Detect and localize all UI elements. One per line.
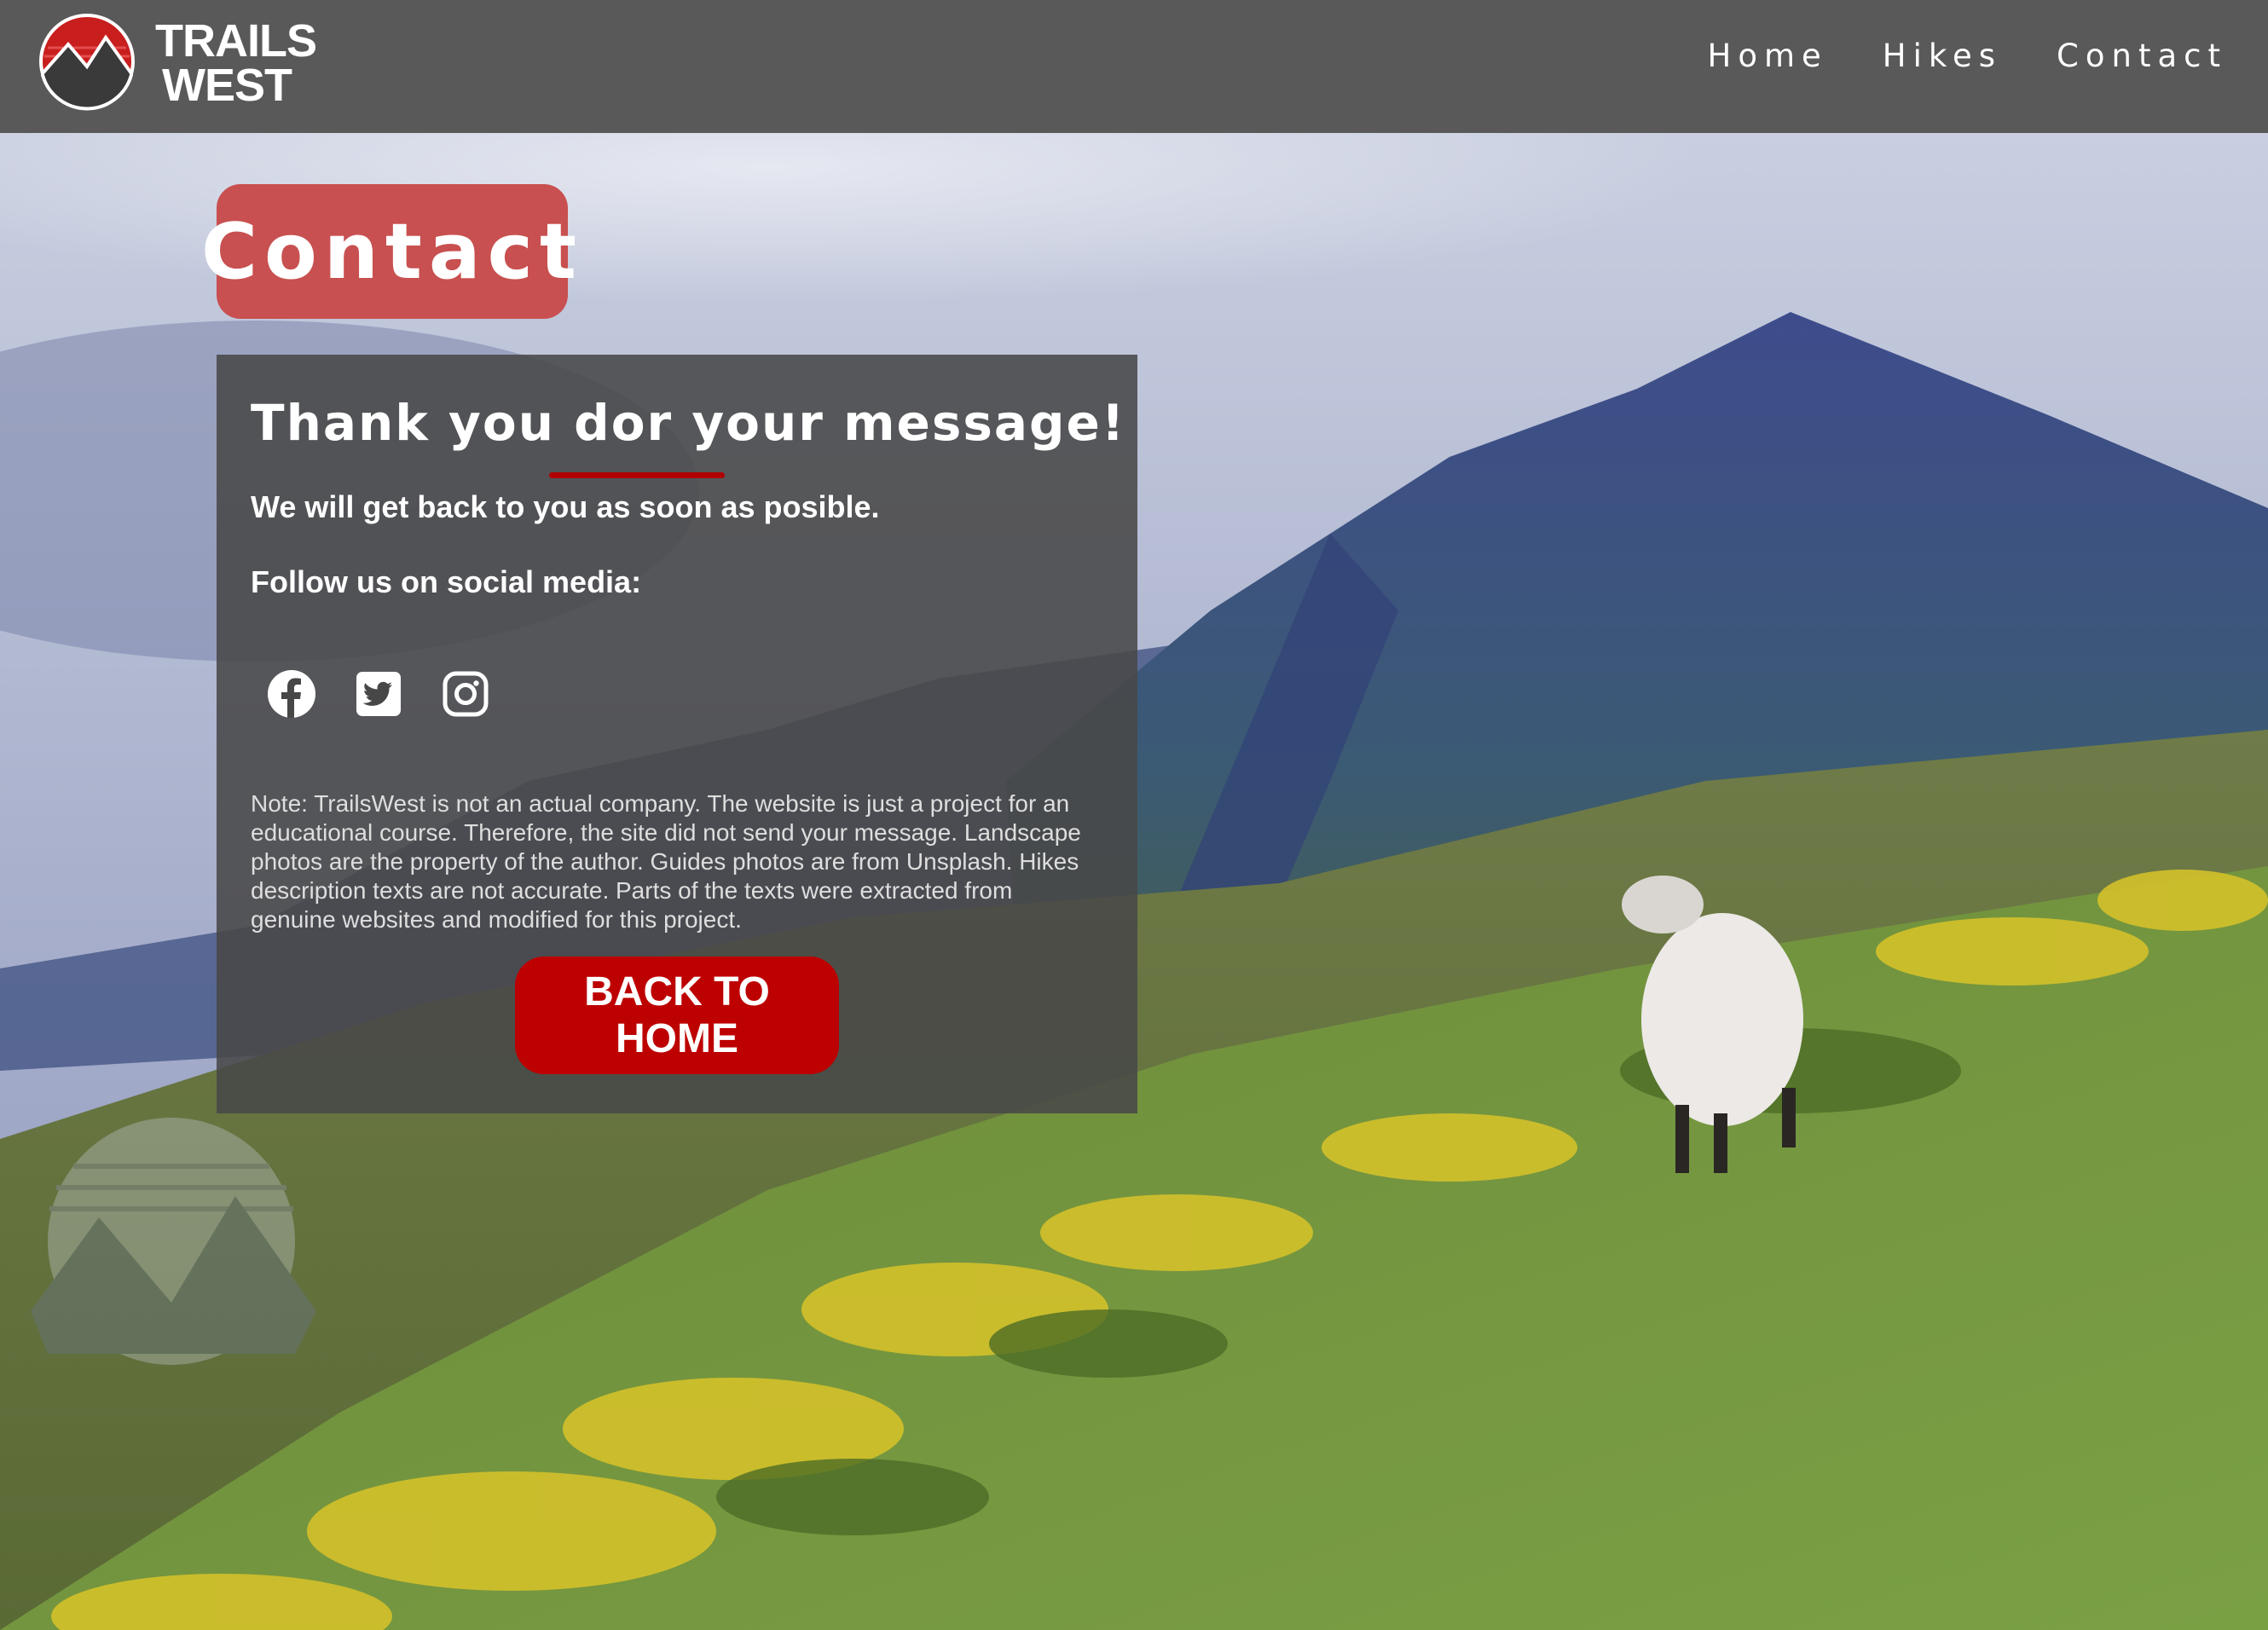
response-message: We will get back to you as soon as posib…: [251, 489, 880, 524]
instagram-icon[interactable]: [440, 668, 491, 720]
mountain-sunset-logo-icon: [39, 14, 135, 111]
thank-you-heading: Thank you dor your message!: [251, 394, 1126, 452]
disclaimer-note: Note: TrailsWest is not an actual compan…: [251, 790, 1081, 933]
logo-line-2: WEST: [162, 60, 292, 111]
twitter-icon[interactable]: [353, 668, 404, 720]
nav-home[interactable]: Home: [1708, 38, 1828, 74]
back-to-home-button[interactable]: BACK TO HOME: [515, 957, 839, 1074]
site-header: TRAILS WEST Home Hikes Contact: [0, 0, 2268, 133]
heading-underline: [549, 472, 725, 478]
logo-wordmark: TRAILS WEST: [155, 15, 317, 111]
social-links: [266, 668, 491, 720]
logo-line-1: TRAILS: [155, 15, 317, 66]
nav-contact[interactable]: Contact: [2057, 38, 2227, 74]
page-title: Contact: [200, 206, 584, 297]
confirmation-card: Thank you dor your message! We will get …: [217, 355, 1137, 1113]
site-logo[interactable]: TRAILS WEST: [38, 12, 317, 114]
page-title-badge: Contact: [201, 184, 576, 319]
facebook-icon[interactable]: [266, 668, 317, 720]
logo-watermark-icon: [31, 1118, 316, 1365]
main-nav: Home Hikes Contact: [1708, 38, 2227, 74]
follow-social-label: Follow us on social media:: [251, 564, 642, 599]
nav-hikes[interactable]: Hikes: [1883, 38, 2002, 74]
